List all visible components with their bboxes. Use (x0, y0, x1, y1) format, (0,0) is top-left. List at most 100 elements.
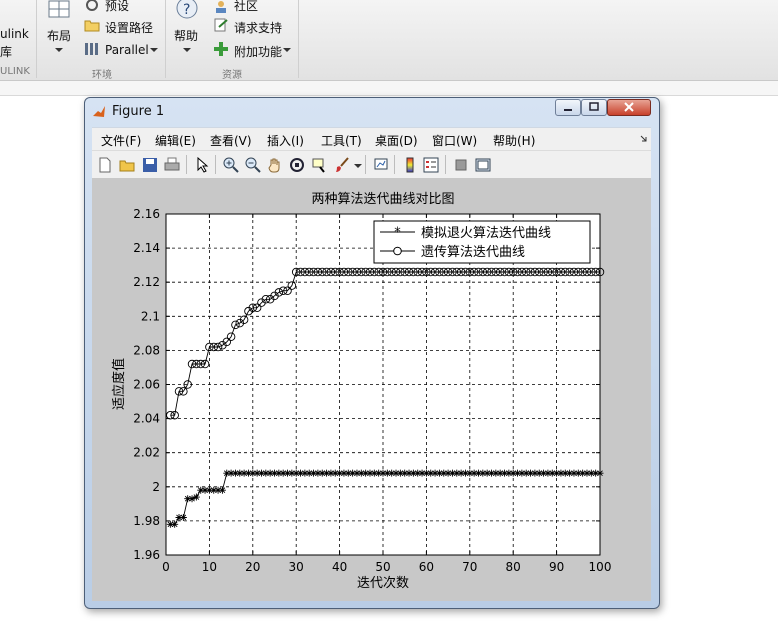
new-figure-icon[interactable] (97, 157, 113, 173)
x-tick-label: 100 (589, 560, 612, 574)
legend-icon[interactable] (423, 157, 439, 173)
menu-edit[interactable]: 编辑(E) (155, 132, 196, 149)
chart-title: 两种算法迭代曲线对比图 (311, 192, 454, 207)
menu-desktop[interactable]: 桌面(D) (375, 132, 418, 149)
folder-icon (84, 20, 100, 32)
x-tick-label: 70 (462, 560, 477, 574)
sa-data-point (179, 513, 187, 521)
x-tick-label: 80 (506, 560, 521, 574)
add-ons-plus-icon (214, 42, 228, 56)
y-tick-label: 2.02 (133, 446, 160, 460)
figure-window: Figure 1 文件(F) 编辑(E) 查看(V) 插入(I) 工具(T) 桌… (84, 97, 660, 609)
parallel-chevron-down-icon[interactable] (150, 48, 158, 52)
toolbar-separator (394, 155, 395, 174)
x-tick-label: 30 (289, 560, 304, 574)
close-button[interactable] (607, 99, 651, 116)
open-file-icon[interactable] (119, 157, 135, 173)
y-tick-label: 1.96 (133, 548, 160, 562)
menu-view[interactable]: 查看(V) (210, 132, 252, 149)
svg-text:?: ? (183, 2, 190, 18)
zoom-out-icon[interactable] (245, 157, 261, 173)
chevron-down-icon (55, 48, 63, 52)
community-icon (216, 1, 226, 13)
layout-label: 布局 (47, 29, 72, 43)
y-tick-label: 2.1 (141, 309, 160, 323)
link-plot-icon[interactable] (373, 157, 389, 173)
y-tick-label: 2.08 (133, 343, 160, 357)
legend-label-sa: 模拟退火算法迭代曲线 (421, 226, 551, 241)
maximize-button[interactable] (581, 99, 607, 116)
sa-data-point (218, 486, 226, 494)
menu-window[interactable]: 窗口(W) (432, 132, 477, 149)
figure-toolbar (92, 150, 651, 179)
preferences-gear-icon (86, 0, 98, 11)
sa-data-point (192, 493, 200, 501)
simulink-library-label[interactable]: 库 (0, 43, 12, 60)
pan-hand-icon[interactable] (267, 157, 283, 173)
menu-bar: 文件(F) 编辑(E) 查看(V) 插入(I) 工具(T) 桌面(D) 窗口(W… (92, 127, 651, 151)
community-button[interactable]: 社区 (234, 0, 258, 14)
rotate-3d-icon[interactable] (289, 157, 305, 173)
x-tick-label: 60 (419, 560, 434, 574)
add-ons-button[interactable]: 附加功能 (234, 43, 282, 60)
y-axis-label: 适应度值 (111, 358, 127, 410)
x-tick-label: 90 (549, 560, 564, 574)
menu-tools[interactable]: 工具(T) (321, 132, 362, 149)
parallel-button[interactable]: Parallel (105, 43, 149, 57)
simulink-button-label[interactable]: ulink (0, 27, 29, 41)
matlab-logo-icon (93, 106, 105, 117)
brush-icon[interactable] (334, 157, 350, 173)
sa-data-point (171, 520, 179, 528)
add-ons-chevron-down-icon[interactable] (283, 48, 291, 52)
toolbar-separator (186, 155, 187, 174)
request-support-button[interactable]: 请求支持 (234, 19, 282, 36)
sa-data-point (596, 469, 604, 477)
x-tick-label: 20 (245, 560, 260, 574)
matlab-ribbon: ulink 库 ULINK 布局 预设 设置路径 Parallel 环境 ? 帮… (0, 0, 778, 81)
set-path-button[interactable]: 设置路径 (105, 19, 153, 36)
legend-marker-sa: * (394, 226, 401, 241)
x-axis-label: 迭代次数 (357, 575, 409, 591)
ribbon-divider (165, 0, 166, 78)
dock-arrow-icon[interactable] (640, 134, 648, 144)
y-tick-label: 1.98 (133, 514, 160, 528)
x-tick-label: 40 (332, 560, 347, 574)
colorbar-icon[interactable] (402, 157, 418, 173)
print-icon[interactable] (164, 157, 180, 173)
x-tick-label: 50 (375, 560, 390, 574)
toolbar-separator (445, 155, 446, 174)
legend-label-ga: 遗传算法迭代曲线 (421, 245, 525, 260)
ribbon-divider (36, 0, 37, 78)
menu-insert[interactable]: 插入(I) (267, 132, 304, 149)
toolbar-separator (365, 155, 366, 174)
figure-canvas: 0 10 20 30 40 50 60 70 80 90 100 1.96 1.98 2 2.02 2.04 2… (92, 178, 651, 601)
minimize-button[interactable] (555, 99, 581, 116)
toolbar-separator (215, 155, 216, 174)
window-title: Figure 1 (112, 104, 165, 119)
parallel-icon (85, 43, 98, 55)
y-tick-label: 2.06 (133, 378, 160, 392)
request-support-icon (214, 18, 228, 32)
y-tick-label: 2.12 (133, 275, 160, 289)
layout-button[interactable]: 布局 (44, 0, 74, 62)
chart[interactable]: 0 10 20 30 40 50 60 70 80 90 100 1.96 1.98 2 2.02 2.04 2… (92, 178, 651, 601)
brush-chevron-down-icon[interactable] (354, 164, 362, 168)
help-button[interactable]: ? 帮助 (171, 0, 203, 62)
preferences-button[interactable]: 预设 (105, 0, 129, 14)
maximize-icon (589, 102, 599, 111)
show-plot-tools-icon[interactable] (475, 157, 491, 173)
menu-file[interactable]: 文件(F) (101, 132, 141, 149)
simulink-section-label: ULINK (0, 66, 30, 77)
help-label: 帮助 (174, 29, 199, 43)
ribbon-divider (298, 0, 299, 78)
menu-help[interactable]: 帮助(H) (493, 132, 535, 149)
chevron-down-icon (183, 48, 191, 52)
zoom-in-icon[interactable] (223, 157, 239, 173)
legend[interactable]: * 模拟退火算法迭代曲线 遗传算法迭代曲线 (373, 220, 591, 264)
save-icon[interactable] (142, 157, 158, 173)
hide-plot-tools-icon[interactable] (453, 157, 469, 173)
toolstrip-bar (0, 81, 778, 96)
data-cursor-icon[interactable] (311, 157, 327, 173)
layout-grid-icon (48, 0, 70, 18)
pointer-icon[interactable] (194, 157, 210, 173)
